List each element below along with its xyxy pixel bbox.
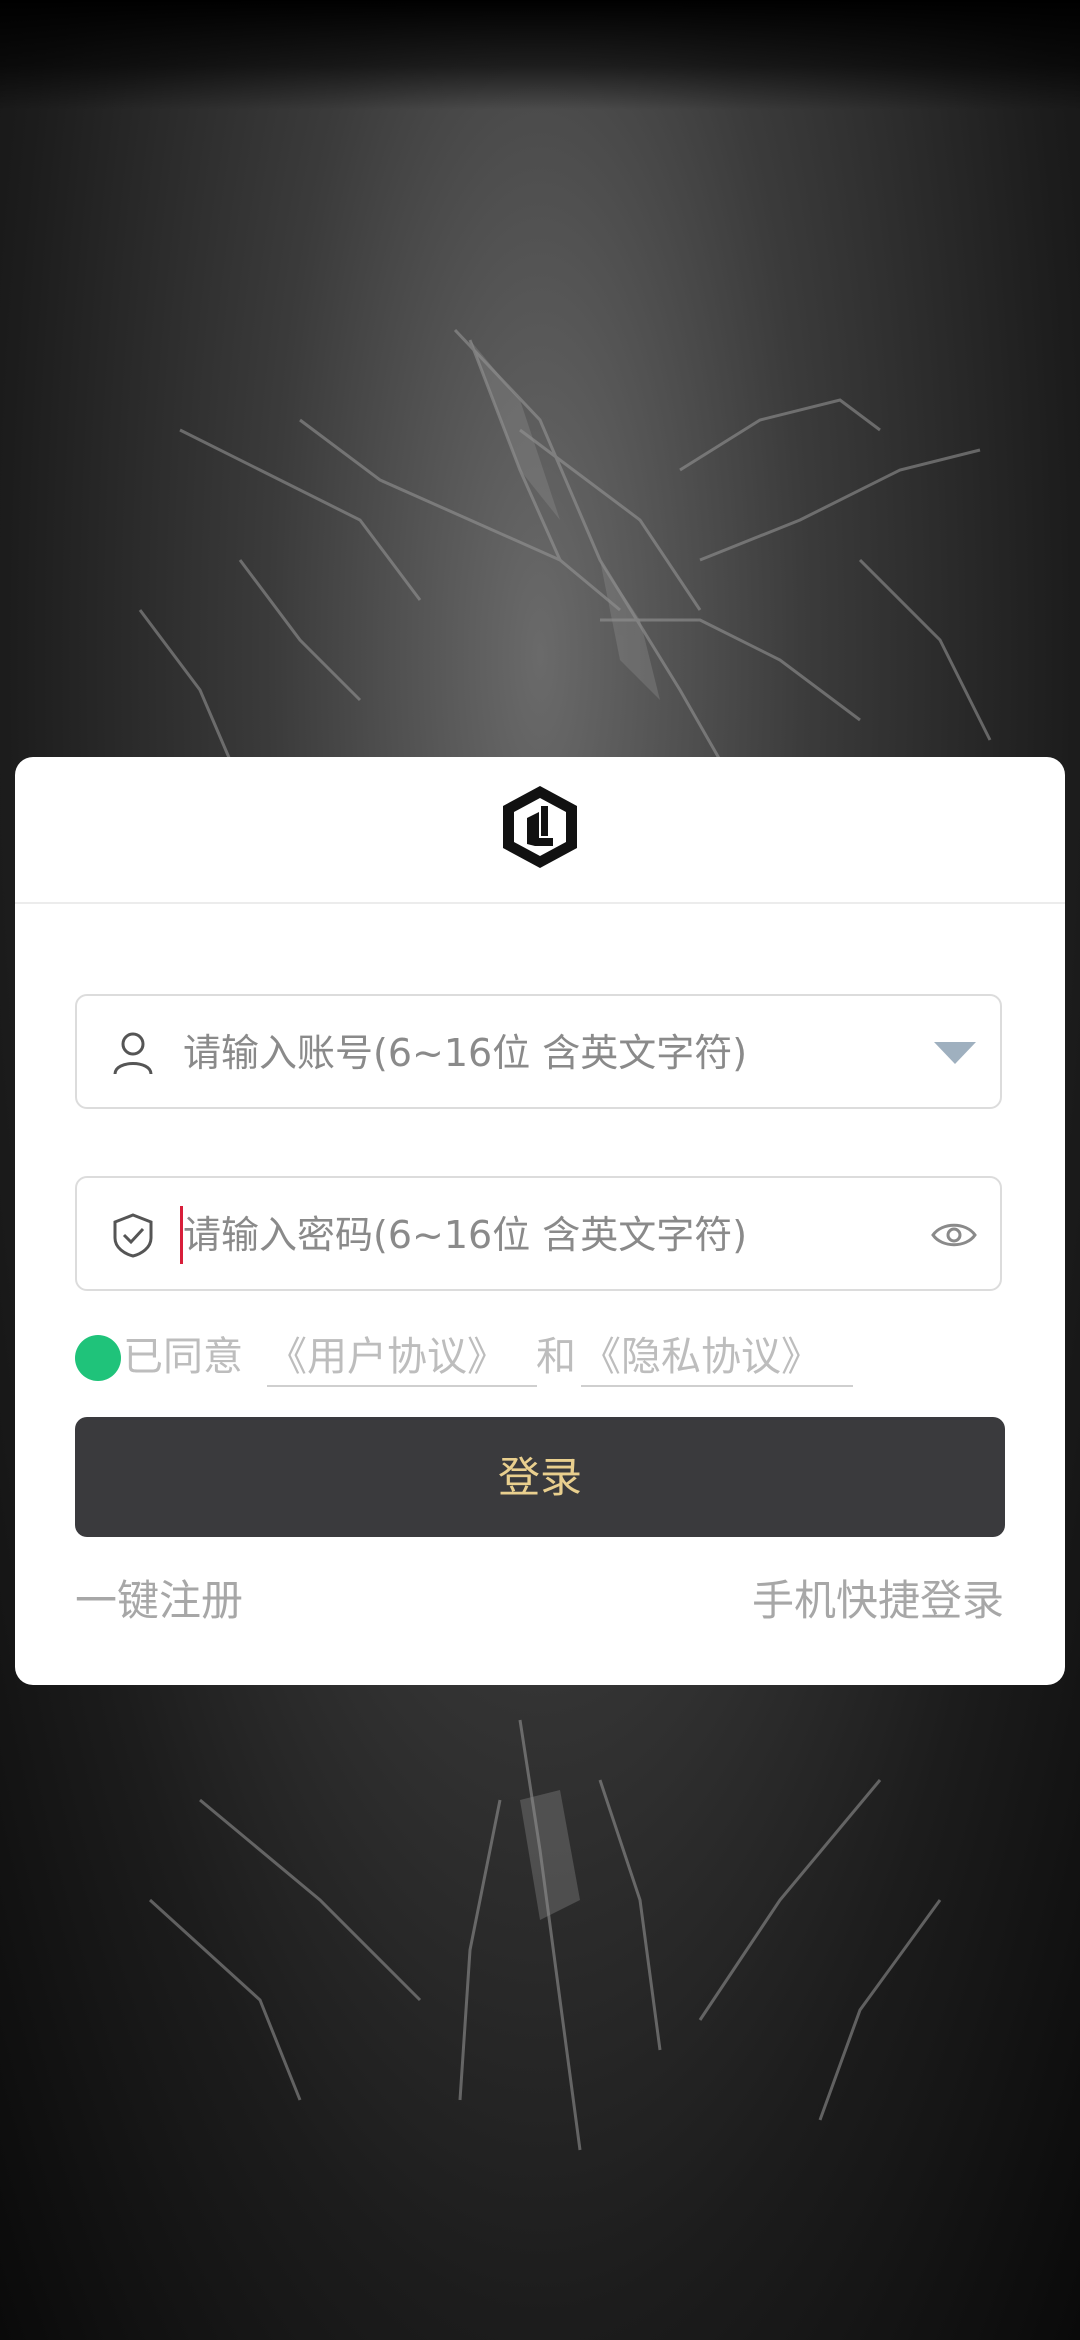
- status-bar-area: [0, 0, 1080, 110]
- agree-prefix-text: 已同意: [123, 1334, 243, 1380]
- eye-icon[interactable]: [930, 1216, 978, 1254]
- register-link[interactable]: 一键注册: [75, 1573, 243, 1629]
- privacy-agreement-link[interactable]: 《隐私协议》: [581, 1331, 853, 1387]
- chevron-down-icon[interactable]: [932, 1038, 978, 1068]
- card-header: [15, 757, 1065, 904]
- agree-and-text: 和: [536, 1334, 576, 1380]
- brand-logo-icon: [503, 786, 577, 868]
- phone-login-link[interactable]: 手机快捷登录: [752, 1573, 1004, 1629]
- login-button[interactable]: 登录: [75, 1417, 1005, 1537]
- login-card: 请输入账号(6~16位 含英文字符) 请输入密码(6~16位 含英文字符) 已同…: [15, 757, 1065, 1685]
- shield-check-icon: [113, 1213, 153, 1258]
- password-input-placeholder[interactable]: 请输入密码(6~16位 含英文字符): [183, 1206, 747, 1264]
- account-field[interactable]: 请输入账号(6~16位 含英文字符): [75, 994, 1002, 1109]
- account-input-placeholder[interactable]: 请输入账号(6~16位 含英文字符): [183, 1024, 747, 1082]
- user-icon: [113, 1032, 153, 1075]
- password-field[interactable]: 请输入密码(6~16位 含英文字符): [75, 1176, 1002, 1291]
- agreement-checkbox[interactable]: [75, 1335, 121, 1381]
- user-agreement-link[interactable]: 《用户协议》: [267, 1331, 537, 1387]
- agreement-row: 已同意 《用户协议》 和 《隐私协议》: [75, 1329, 975, 1387]
